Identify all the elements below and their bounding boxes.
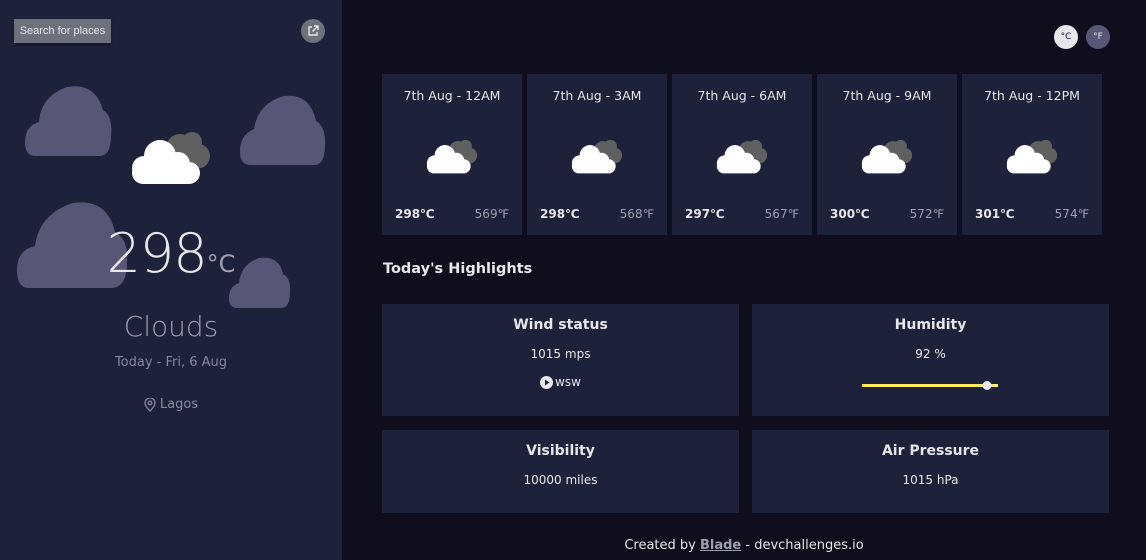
celsius-toggle[interactable]: °C bbox=[1054, 25, 1078, 49]
forecast-max-temp: 298℃ bbox=[395, 207, 435, 221]
cloud-icon bbox=[1006, 139, 1058, 174]
cloud-icon bbox=[426, 139, 478, 174]
current-date: Today - Fri, 6 Aug bbox=[114, 355, 228, 370]
visibility-card: Visibility 10000 miles bbox=[382, 430, 739, 513]
humidity-card: Humidity 92 % bbox=[752, 304, 1109, 416]
wind-direction-label: wsw bbox=[555, 375, 581, 389]
author-link[interactable]: Blade bbox=[700, 538, 741, 553]
air-pressure-card: Air Pressure 1015 hPa bbox=[752, 430, 1109, 513]
background-cloud-icon bbox=[240, 95, 326, 165]
current-temperature: 298°C bbox=[0, 222, 342, 285]
visibility-title: Visibility bbox=[526, 443, 595, 459]
wind-status-card: Wind status 1015 mps wsw bbox=[382, 304, 739, 416]
forecast-min-temp: 568℉ bbox=[619, 207, 654, 221]
humidity-title: Humidity bbox=[894, 317, 967, 333]
fahrenheit-toggle[interactable]: °F bbox=[1086, 25, 1110, 49]
footer-prefix: Created by bbox=[624, 538, 700, 553]
humidity-bar-knob bbox=[982, 381, 992, 390]
search-places-button[interactable]: Search for places bbox=[14, 19, 111, 43]
forecast-min-temp: 569℉ bbox=[474, 207, 509, 221]
forecast-card: 7th Aug - 12PM 301℃ 574℉ bbox=[962, 74, 1102, 235]
temperature-value: 298 bbox=[106, 222, 208, 285]
forecast-max-temp: 301℃ bbox=[975, 207, 1015, 221]
visibility-value: 10000 miles bbox=[523, 473, 598, 487]
forecast-card: 7th Aug - 9AM 300℃ 572℉ bbox=[817, 74, 957, 235]
forecast-max-temp: 297℃ bbox=[685, 207, 725, 221]
wind-direction: wsw bbox=[382, 375, 739, 389]
forecast-card: 7th Aug - 6AM 297℃ 567℉ bbox=[672, 74, 812, 235]
sidebar: Search for places 298°C Clouds Today - F… bbox=[0, 0, 342, 560]
wind-status-title: Wind status bbox=[513, 317, 608, 333]
wind-status-value: 1015 mps bbox=[530, 347, 591, 361]
humidity-value: 92 % bbox=[915, 347, 946, 361]
cloud-icon bbox=[716, 139, 768, 174]
forecast-max-temp: 300℃ bbox=[830, 207, 870, 221]
external-link-icon bbox=[308, 25, 319, 36]
background-cloud-icon bbox=[25, 86, 112, 156]
forecast-min-temp: 567℉ bbox=[764, 207, 799, 221]
footer-suffix: - devchallenges.io bbox=[741, 538, 864, 553]
footer: Created by Blade - devchallenges.io bbox=[342, 538, 1146, 553]
map-pin-icon bbox=[144, 397, 156, 412]
humidity-bar bbox=[862, 381, 998, 390]
forecast-date: 7th Aug - 12PM bbox=[984, 88, 1080, 103]
current-location: Lagos bbox=[0, 397, 342, 412]
cloud-icon bbox=[571, 139, 623, 174]
weather-description: Clouds bbox=[123, 310, 219, 343]
forecast-date: 7th Aug - 9AM bbox=[842, 88, 932, 103]
forecast-card: 7th Aug - 12AM 298℃ 569℉ bbox=[382, 74, 522, 235]
forecast-card: 7th Aug - 3AM 298℃ 568℉ bbox=[527, 74, 667, 235]
forecast-min-temp: 572℉ bbox=[909, 207, 944, 221]
forecast-date: 7th Aug - 6AM bbox=[697, 88, 787, 103]
air-pressure-title: Air Pressure bbox=[881, 443, 980, 459]
location-name: Lagos bbox=[159, 397, 199, 412]
forecast-max-temp: 298℃ bbox=[540, 207, 580, 221]
highlights-title: Today's Highlights bbox=[383, 261, 533, 277]
air-pressure-value: 1015 hPa bbox=[902, 473, 959, 487]
cloud-icon bbox=[132, 132, 210, 184]
location-button[interactable] bbox=[301, 19, 325, 43]
temperature-unit: °C bbox=[206, 250, 236, 278]
cloud-icon bbox=[861, 139, 913, 174]
compass-icon bbox=[540, 375, 554, 389]
forecast-date: 7th Aug - 12AM bbox=[403, 88, 501, 103]
forecast-min-temp: 574℉ bbox=[1054, 207, 1089, 221]
forecast-date: 7th Aug - 3AM bbox=[552, 88, 642, 103]
